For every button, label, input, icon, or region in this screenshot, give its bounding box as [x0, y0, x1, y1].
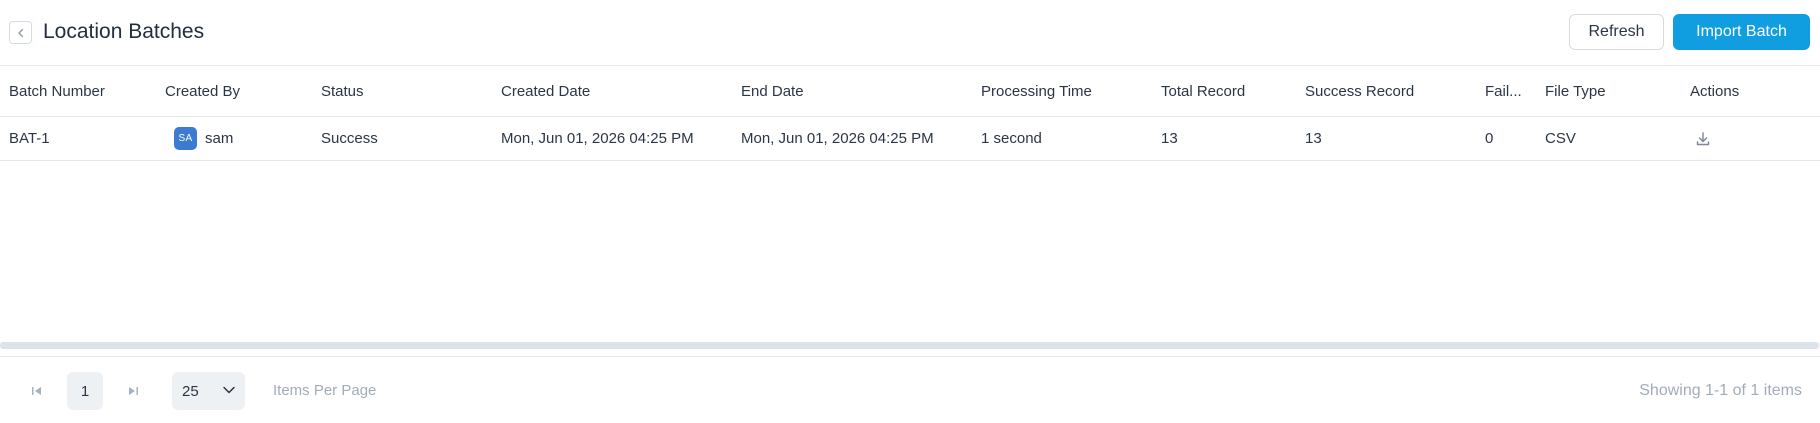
column-header-end-date[interactable]: End Date	[741, 66, 976, 116]
items-per-page-label: Items Per Page	[273, 382, 377, 399]
chevron-down-icon	[222, 385, 236, 395]
page-size-value: 25	[182, 382, 199, 400]
avatar: SA	[174, 127, 197, 150]
cell-total-record: 13	[1161, 130, 1178, 147]
first-page-icon	[31, 386, 43, 396]
column-header-file-type[interactable]: File Type	[1545, 66, 1685, 116]
column-header-status[interactable]: Status	[321, 66, 496, 116]
column-header-actions: Actions	[1690, 82, 1740, 100]
pagination-bar: 1 25 Items Per Page Showing 1-1 of 1 ite…	[0, 356, 1820, 423]
cell-end-date: Mon, Jun 01, 2026 04:25 PM	[741, 130, 934, 147]
chevron-left-icon	[16, 28, 26, 38]
created-by-name: sam	[205, 130, 234, 147]
page-size-select[interactable]: 25	[172, 372, 245, 410]
refresh-button[interactable]: Refresh	[1569, 14, 1664, 50]
back-button[interactable]	[9, 21, 32, 44]
cell-failed-record: 0	[1485, 130, 1494, 147]
cell-file-type: CSV	[1545, 130, 1576, 147]
column-header-created-by[interactable]: Created By	[165, 66, 315, 116]
cell-processing-time: 1 second	[981, 130, 1042, 147]
page-header: Location Batches Refresh Import Batch	[0, 0, 1820, 66]
page-number-button[interactable]: 1	[67, 372, 103, 410]
last-page-icon	[127, 386, 139, 396]
page-title: Location Batches	[43, 20, 205, 43]
first-page-button[interactable]	[27, 384, 47, 398]
column-header-success-record[interactable]: Success Record	[1305, 66, 1480, 116]
page: Location Batches Refresh Import Batch Ba…	[0, 0, 1820, 423]
column-header-total-record[interactable]: Total Record	[1161, 66, 1301, 116]
horizontal-scrollbar[interactable]	[0, 342, 1820, 349]
column-header-failed-record[interactable]: Fail...	[1485, 66, 1525, 116]
column-header-created-date[interactable]: Created Date	[501, 66, 736, 116]
cell-created-date: Mon, Jun 01, 2026 04:25 PM	[501, 130, 694, 147]
showing-count: Showing 1-1 of 1 items	[1639, 382, 1802, 399]
cell-status: Success	[321, 130, 378, 147]
cell-created-by: SA sam	[165, 117, 315, 160]
column-header-batch-number[interactable]: Batch Number	[9, 66, 159, 116]
scrollbar-thumb[interactable]	[0, 342, 1818, 349]
import-batch-button[interactable]: Import Batch	[1673, 14, 1810, 50]
download-icon[interactable]	[1695, 131, 1711, 147]
cell-actions	[1690, 117, 1810, 160]
cell-batch-number: BAT-1	[9, 130, 50, 147]
column-header-processing-time[interactable]: Processing Time	[981, 66, 1156, 116]
last-page-button[interactable]	[123, 384, 143, 398]
table-header: Batch Number Created By Status Created D…	[0, 66, 1820, 117]
cell-success-record: 13	[1305, 130, 1322, 147]
table-row[interactable]: BAT-1 SA sam Success Mon, Jun 01, 2026 0…	[0, 117, 1820, 161]
